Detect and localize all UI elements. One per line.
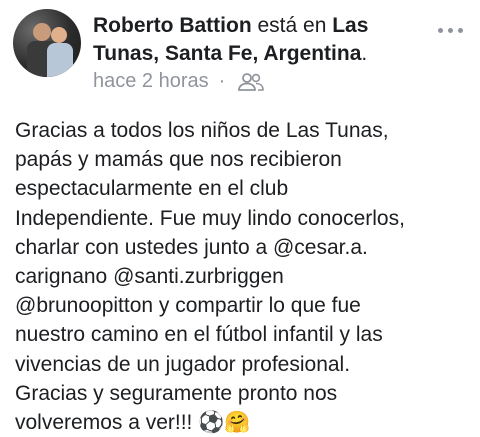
post-timestamp[interactable]: hace 2 horas xyxy=(93,70,209,93)
post-header: Roberto Battion está en Las Tunas, Santa… xyxy=(93,12,423,68)
location-suffix: . xyxy=(361,42,368,65)
meta-separator: · xyxy=(218,70,226,92)
author-avatar[interactable] xyxy=(13,9,81,77)
author-name[interactable]: Roberto Battion xyxy=(93,14,252,37)
header-verb: está en xyxy=(251,14,333,37)
post-meta: hace 2 horas · xyxy=(93,70,265,93)
friends-icon xyxy=(238,72,265,91)
more-dots-icon[interactable] xyxy=(438,28,463,33)
post-body-text: Gracias a todos los niños de Las Tunas, … xyxy=(15,119,405,435)
